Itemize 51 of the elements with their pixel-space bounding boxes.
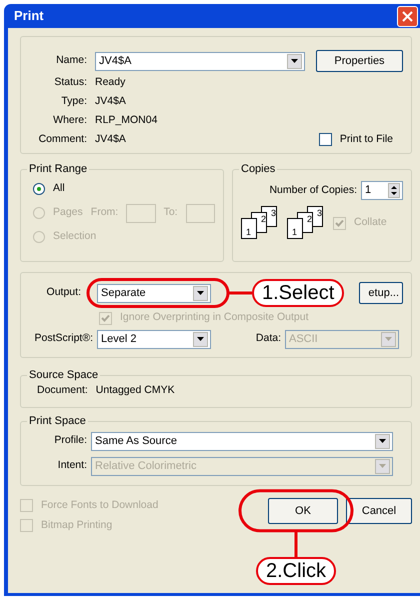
window-title: Print bbox=[14, 7, 44, 26]
field-value: JV4$A bbox=[95, 94, 126, 109]
group-title: Copies bbox=[241, 163, 276, 175]
radio-button[interactable] bbox=[33, 183, 45, 195]
checkbox-label: Bitmap Printing bbox=[41, 518, 112, 532]
setup-button[interactable]: etup... bbox=[359, 282, 403, 304]
printer-dropdown[interactable]: JV4$A bbox=[95, 52, 305, 70]
radio-label: Pages bbox=[53, 205, 83, 220]
postscript-dropdown[interactable]: Level 2 bbox=[97, 330, 211, 348]
checkbox-label: Print to File bbox=[340, 132, 393, 147]
properties-button[interactable]: Properties bbox=[316, 50, 403, 72]
close-icon[interactable] bbox=[397, 6, 418, 26]
callout-label: 1.Select bbox=[252, 279, 344, 307]
field-label: Status: bbox=[53, 74, 87, 90]
field-label: Name: bbox=[55, 53, 87, 68]
field-value: JV4$A bbox=[95, 132, 126, 147]
output-dropdown[interactable]: Separate bbox=[97, 284, 211, 302]
group-title: Print Space bbox=[29, 414, 86, 427]
leader-line bbox=[294, 532, 298, 558]
radio-label: All bbox=[53, 181, 65, 196]
field-value: Ready bbox=[95, 74, 126, 90]
checkbox-label: Force Fonts to Download bbox=[41, 498, 158, 513]
field-label: Number of Copies: bbox=[269, 182, 357, 198]
field-label: PostScript®: bbox=[33, 331, 93, 346]
radio-label: Selection bbox=[53, 229, 96, 244]
spinner-arrows-icon bbox=[388, 183, 400, 198]
checkbox-label: Ignore Overprinting in Composite Output bbox=[120, 310, 309, 326]
group-title: Print Range bbox=[29, 163, 88, 175]
field-label: Where: bbox=[52, 112, 87, 128]
field-label: Document: bbox=[37, 383, 88, 398]
field-label: From: bbox=[90, 205, 118, 220]
from-field[interactable] bbox=[126, 204, 156, 222]
leader-line bbox=[229, 292, 252, 294]
callout-label: 2.Click bbox=[256, 557, 336, 585]
profile-dropdown[interactable]: Same As Source bbox=[91, 432, 393, 451]
ok-button[interactable]: OK bbox=[268, 498, 338, 524]
field-value: RLP_MON04 bbox=[95, 112, 158, 128]
checkbox-label: Collate bbox=[354, 215, 387, 230]
field-label: To: bbox=[164, 205, 178, 220]
field-label: Type: bbox=[60, 94, 87, 109]
to-field[interactable] bbox=[186, 204, 215, 222]
field-label: Output: bbox=[46, 285, 81, 300]
field-label: Intent: bbox=[56, 458, 87, 474]
field-value: Untagged CMYK bbox=[96, 383, 175, 398]
copies-spinner[interactable]: 1 bbox=[361, 181, 403, 200]
group-title: Source Space bbox=[29, 369, 98, 381]
field-label: Comment: bbox=[38, 132, 87, 147]
checkbox[interactable] bbox=[318, 133, 332, 146]
field-label: Data: bbox=[254, 331, 281, 346]
field-label: Profile: bbox=[53, 433, 87, 448]
cancel-button[interactable]: Cancel bbox=[346, 498, 412, 524]
